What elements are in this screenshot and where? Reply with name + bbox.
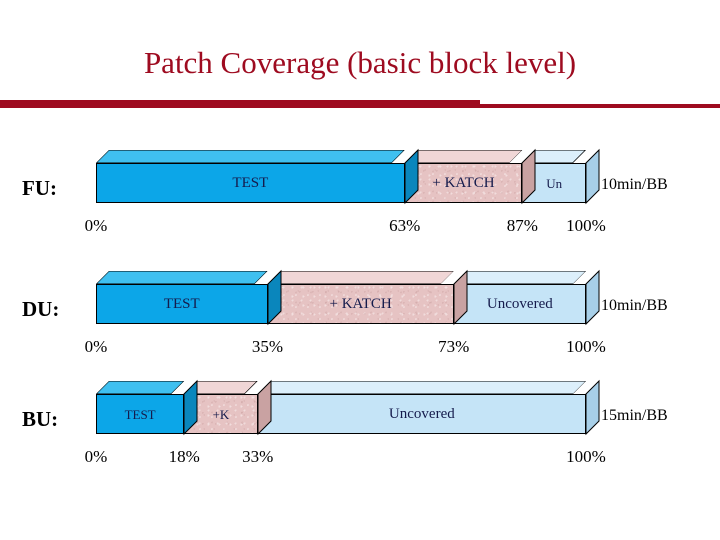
stacked-bar-du: Uncovered + KATCH TEST [96,269,600,337]
time-annotation-bu: 15min/BB [601,407,668,424]
row-label-du: DU: [22,297,60,321]
axis-tick-label: 33% [242,447,274,466]
bar-segment: TEST [96,163,405,203]
segment-label: + KATCH [432,174,495,191]
segment-label: Uncovered [486,295,553,312]
segment-side-face [585,148,600,205]
bar-segment: TEST [96,394,185,434]
segment-side-face [521,148,536,205]
segment-top-face [454,271,586,284]
axis-tick-label: 18% [168,447,200,466]
segment-side-face [183,379,198,436]
bar-segment: + KATCH [404,163,523,203]
segment-side-face [257,379,272,436]
segment-top-face [258,381,586,394]
bar-segment: + KATCH [267,284,454,324]
segment-side-face [267,269,281,326]
bar-segment: Uncovered [257,394,586,434]
stacked-bar-bu: Uncovered +K TEST [96,379,600,447]
page-title: Patch Coverage (basic block level) [143,44,577,80]
axis-tick-label: 73% [438,337,470,356]
segment-label: TEST [232,174,269,191]
axis-tick-label: 0% [84,447,108,466]
segment-top-face [405,150,523,163]
segment-label: + KATCH [329,295,392,312]
title-divider [0,98,720,110]
segment-side-face [453,269,468,326]
axis-tick-label: 35% [251,337,284,356]
time-annotation-du: 10min/BB [601,297,668,314]
segment-label: +K [212,406,230,422]
axis-tick-label: 100% [566,447,606,466]
time-annotation-fu: 10min/BB [601,176,668,193]
axis-tick-label: 0% [84,337,108,356]
segment-side-face [585,269,600,326]
segment-label: Uncovered [388,405,455,422]
axis-tick-label: 100% [566,337,606,356]
axis-tick-label: 63% [389,216,421,235]
divider-thick-rule [0,100,480,108]
segment-label: Un [546,175,563,191]
segment-label: TEST [163,295,200,312]
segment-side-face [585,379,600,436]
segment-side-face [404,148,419,205]
stacked-bar-fu: Un + KATCH TEST [96,148,600,216]
row-label-bu: BU: [22,407,59,431]
row-label-fu: FU: [22,176,57,200]
axis-tick-label: 87% [506,216,538,235]
segment-top-face [268,271,454,284]
bar-segment: Uncovered [453,284,586,324]
axis-tick-label: 0% [84,216,108,235]
divider-thin-rule [480,104,720,108]
segment-top-face [96,150,405,163]
segment-top-face [96,271,268,284]
segment-top-face [96,381,184,394]
segment-label: TEST [124,406,156,422]
bar-segment: TEST [96,284,268,324]
axis-tick-label: 100% [566,216,606,235]
